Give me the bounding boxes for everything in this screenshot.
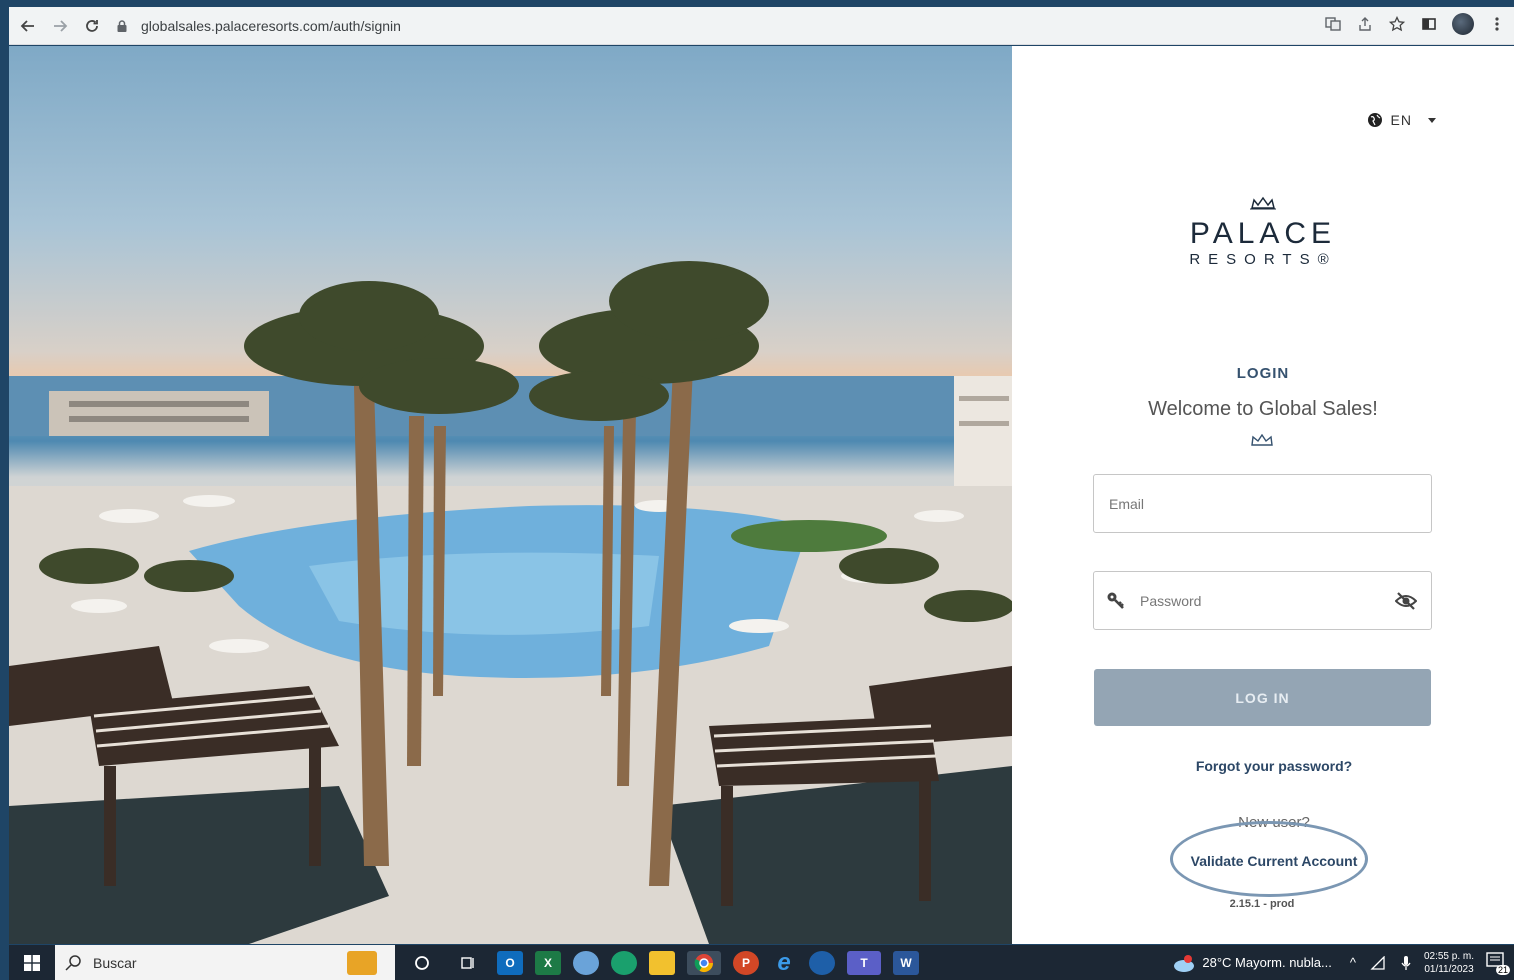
- clock-date: 01/11/2023: [1424, 963, 1474, 975]
- logo-word-resorts: RESORTS®: [1189, 251, 1337, 268]
- logo-word-palace: PALACE: [1189, 217, 1337, 250]
- language-selector[interactable]: EN: [1367, 112, 1436, 128]
- windows-taskbar: Buscar O X P e T W 28°C Mayorm. nubla...…: [9, 945, 1514, 980]
- share-icon[interactable]: [1356, 15, 1374, 33]
- internet-explorer-icon[interactable]: e: [771, 949, 797, 976]
- palace-resorts-logo: PALACE RESORTS®: [1012, 196, 1514, 268]
- outlook-icon[interactable]: O: [497, 950, 523, 975]
- eye-off-icon[interactable]: [1395, 591, 1417, 611]
- taskbar-search[interactable]: Buscar: [55, 945, 395, 980]
- paint-icon[interactable]: [573, 950, 599, 975]
- excel-icon[interactable]: X: [535, 950, 561, 975]
- back-button[interactable]: [15, 13, 41, 39]
- login-heading: LOGIN: [1236, 365, 1290, 382]
- reload-button[interactable]: [79, 13, 105, 39]
- password-placeholder: Password: [1140, 592, 1202, 609]
- network-icon[interactable]: [1370, 955, 1386, 970]
- caret-down-icon: [1428, 117, 1436, 123]
- clock-time: 02:55 p. m.: [1423, 950, 1474, 962]
- url-text: globalsales.palaceresorts.com/auth/signi…: [141, 17, 401, 34]
- more-menu-icon[interactable]: [1488, 15, 1506, 33]
- powerpoint-icon[interactable]: P: [733, 950, 759, 975]
- globe-icon: [1367, 113, 1382, 127]
- forward-button[interactable]: [47, 13, 73, 39]
- side-panel-icon[interactable]: [1420, 15, 1438, 33]
- forward-arrow-icon: [54, 19, 68, 32]
- clock[interactable]: 02:55 p. m. 01/11/2023: [1424, 950, 1474, 976]
- weather-text[interactable]: 28°C Mayorm. nubla...: [1202, 955, 1331, 970]
- system-tray: 28°C Mayorm. nubla... ^ 02:55 p. m. 01/1…: [1172, 945, 1514, 980]
- browser-toolbar: globalsales.palaceresorts.com/auth/signi…: [9, 7, 1514, 45]
- validate-account-link[interactable]: Validate Current Account: [1012, 853, 1514, 869]
- small-crown-icon: [1251, 434, 1273, 446]
- version-label: 2.15.1 - prod: [1229, 898, 1295, 910]
- start-button[interactable]: [9, 945, 55, 980]
- word-icon[interactable]: W: [893, 950, 919, 975]
- chrome-icon[interactable]: [687, 950, 721, 975]
- profile-avatar[interactable]: [1452, 13, 1474, 35]
- windows-logo-icon: [24, 954, 40, 971]
- task-view-icon[interactable]: [451, 951, 485, 975]
- password-field[interactable]: Password: [1093, 571, 1432, 630]
- search-placeholder: Buscar: [93, 954, 137, 971]
- weather-cloud-icon[interactable]: [1172, 953, 1196, 973]
- address-bar[interactable]: globalsales.palaceresorts.com/auth/signi…: [115, 12, 1295, 40]
- briefcase-icon[interactable]: [347, 950, 377, 975]
- back-arrow-icon: [20, 19, 34, 32]
- tray-chevron-icon[interactable]: ^: [1350, 955, 1356, 970]
- resort-illustration: [9, 261, 1012, 944]
- key-icon: [1107, 592, 1124, 609]
- reload-icon: [86, 19, 98, 32]
- search-icon: [65, 954, 81, 971]
- bookmark-star-icon[interactable]: [1388, 15, 1406, 33]
- edge-icon[interactable]: [611, 950, 637, 975]
- login-button[interactable]: LOG IN: [1094, 669, 1431, 726]
- email-field[interactable]: Email: [1093, 474, 1432, 533]
- notification-center[interactable]: 21: [1486, 951, 1510, 975]
- crown-icon: [1230, 196, 1296, 210]
- outlook-badge-icon[interactable]: [809, 950, 835, 975]
- forgot-password-link[interactable]: Forgot your password?: [1012, 758, 1514, 774]
- cortana-icon[interactable]: [405, 951, 439, 975]
- lock-icon: [117, 19, 127, 32]
- email-placeholder: Email: [1109, 495, 1145, 512]
- resort-photo: [9, 46, 1012, 944]
- login-panel: EN PALACE RESORTS® LOGIN Welcome to Glob…: [1012, 46, 1514, 944]
- language-label: EN: [1390, 112, 1412, 128]
- welcome-text: Welcome to Global Sales!: [1148, 398, 1378, 420]
- teams-icon[interactable]: T: [847, 950, 881, 975]
- microphone-icon[interactable]: [1400, 955, 1412, 971]
- file-explorer-icon[interactable]: [649, 950, 675, 975]
- translate-icon[interactable]: [1324, 15, 1342, 33]
- notification-count: 21: [1495, 964, 1510, 975]
